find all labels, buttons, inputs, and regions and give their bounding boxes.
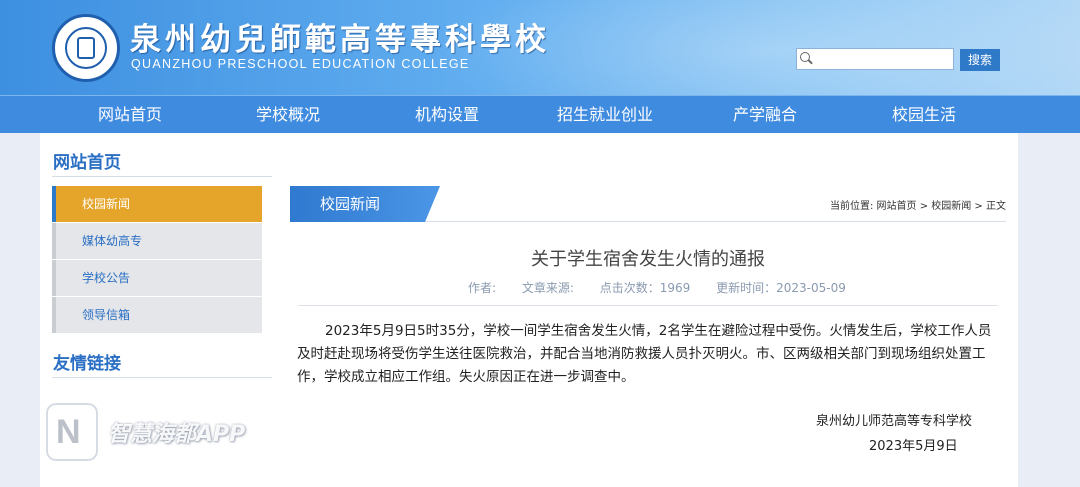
watermark-text: 智慧海都APP	[108, 422, 246, 447]
sidebar-item-campus-news[interactable]: 校园新闻	[52, 186, 262, 222]
sidebar-item-media[interactable]: 媒体幼高专	[52, 223, 262, 259]
nav-item-industry[interactable]: 产学融合	[733, 96, 797, 134]
watermark: N 智慧海都APP	[46, 403, 245, 461]
college-logo[interactable]	[52, 14, 120, 82]
tab-campus-news[interactable]: 校园新闻	[290, 186, 440, 222]
sidebar-divider	[52, 176, 272, 177]
content-tab-bar: 校园新闻 当前位置: 网站首页 > 校园新闻 > 正文	[290, 186, 1006, 222]
college-name-en: QUANZHOU PRESCHOOL EDUCATION COLLEGE	[131, 57, 470, 71]
search-input[interactable]	[813, 50, 951, 68]
meta-divider	[298, 305, 998, 306]
nav-item-home[interactable]: 网站首页	[98, 96, 162, 134]
friend-links-divider	[52, 377, 272, 378]
nav-item-campus-life[interactable]: 校园生活	[892, 96, 956, 134]
meta-author: 作者:	[468, 281, 497, 295]
signature-date: 2023年5月9日	[869, 439, 958, 454]
meta-clicks: 点击次数：1969	[599, 281, 691, 295]
search-button[interactable]: 搜索	[960, 49, 1000, 71]
friend-links-title: 友情链接	[53, 354, 121, 374]
sidebar-title[interactable]: 网站首页	[53, 148, 121, 173]
site-header: 泉州幼兒師範高等專科學校 QUANZHOU PRESCHOOL EDUCATIO…	[0, 0, 1080, 95]
article-title: 关于学生宿舍发生火情的通报	[531, 249, 765, 270]
search-box	[796, 48, 954, 70]
search-icon	[800, 52, 810, 62]
main-nav: 网站首页 学校概况 机构设置 招生就业创业 产学融合 校园生活	[0, 95, 1080, 133]
college-name-cn: 泉州幼兒師範高等專科學校	[130, 22, 550, 58]
watermark-logo-letter: N	[56, 413, 81, 451]
meta-updated: 更新时间：2023-05-09	[716, 281, 846, 295]
sidebar-item-mailbox[interactable]: 领导信箱	[52, 297, 262, 333]
breadcrumb[interactable]: 当前位置: 网站首页 > 校园新闻 > 正文	[830, 197, 1006, 212]
logo-emblem-icon	[77, 37, 95, 59]
sidebar-item-announcements[interactable]: 学校公告	[52, 260, 262, 296]
nav-item-departments[interactable]: 机构设置	[415, 96, 479, 134]
nav-item-about[interactable]: 学校概况	[256, 96, 320, 134]
signature-org: 泉州幼儿师范高等专科学校	[816, 414, 973, 429]
watermark-logo: N	[46, 403, 98, 461]
article-meta: 作者: 文章来源: 点击次数：1969 更新时间：2023-05-09	[468, 279, 868, 296]
nav-item-admissions[interactable]: 招生就业创业	[557, 96, 653, 134]
meta-source: 文章来源:	[521, 281, 574, 295]
article-body: 2023年5月9日5时35分，学校一间学生宿舍发生火情，2名学生在避险过程中受伤…	[297, 323, 992, 385]
